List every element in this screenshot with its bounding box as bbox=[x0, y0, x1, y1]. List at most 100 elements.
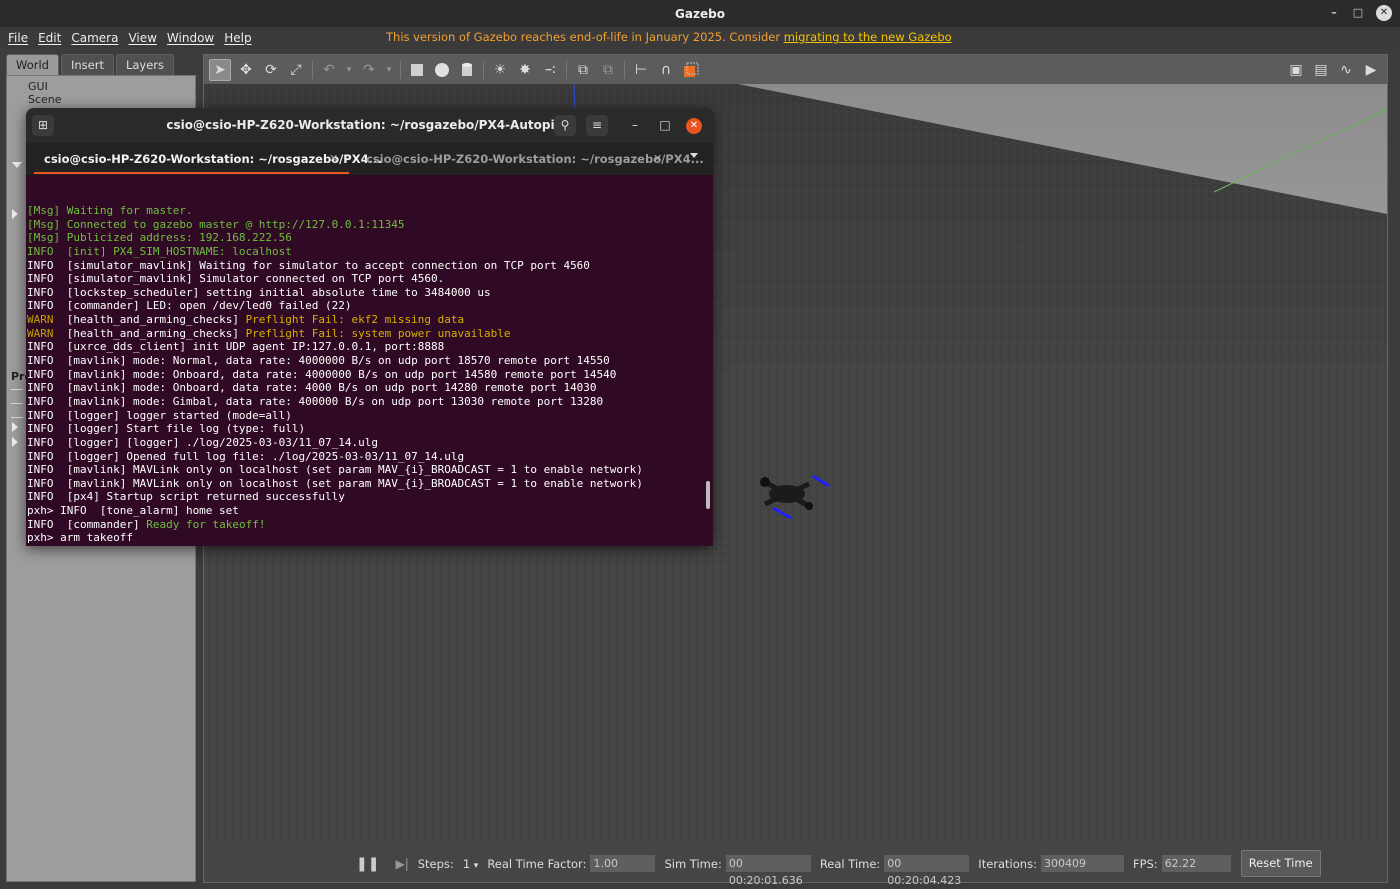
sim-time-field: 00 00:20:01.636 bbox=[725, 855, 811, 887]
expand-down-icon[interactable] bbox=[12, 162, 22, 168]
redo-dropdown-icon[interactable]: ▾ bbox=[384, 60, 394, 80]
fps-label: FPS: bbox=[1132, 856, 1158, 871]
menu-edit[interactable]: Edit bbox=[38, 31, 61, 45]
property-row bbox=[11, 392, 23, 404]
chevron-down-icon: ▾ bbox=[473, 860, 479, 871]
copy-icon[interactable]: ⧉ bbox=[573, 60, 593, 80]
toolbar-separator bbox=[566, 60, 567, 79]
box-icon[interactable] bbox=[407, 60, 427, 80]
log-text: [mavlink] MAVLink only on localhost (set… bbox=[66, 476, 643, 490]
menu-help[interactable]: Help bbox=[224, 31, 251, 45]
terminal-scrollbar[interactable] bbox=[706, 481, 710, 509]
translate-icon[interactable]: ✥ bbox=[236, 60, 256, 80]
rotate-icon[interactable]: ⟳ bbox=[261, 60, 281, 80]
step-icon[interactable]: ▶| bbox=[395, 857, 408, 871]
log-text: [simulator_mavlink] Simulator connected … bbox=[66, 272, 445, 286]
point-light-icon[interactable]: ☀ bbox=[490, 60, 510, 80]
scale-icon[interactable]: ⤢ bbox=[286, 60, 306, 80]
log-text: [mavlink] mode: Gimbal, data rate: 40000… bbox=[66, 394, 604, 408]
migration-link[interactable]: migrating to the new Gazebo bbox=[784, 30, 952, 44]
log-level: INFO bbox=[27, 258, 67, 272]
minimize-icon[interactable]: – bbox=[1326, 5, 1342, 21]
pause-icon[interactable]: ❚❚ bbox=[356, 856, 379, 872]
tree-item-gui[interactable]: GUI bbox=[28, 80, 48, 93]
maximize-icon[interactable]: □ bbox=[654, 115, 676, 136]
terminal-line: INFO [commander] LED: open /dev/led0 fai… bbox=[27, 299, 707, 313]
menu-window[interactable]: Window bbox=[167, 31, 214, 45]
steps-value-text: 1 bbox=[462, 856, 471, 871]
minimize-icon[interactable]: – bbox=[624, 115, 646, 136]
hamburger-menu-icon[interactable]: ≡ bbox=[586, 115, 608, 136]
log-level: INFO bbox=[27, 340, 67, 354]
tab-layers[interactable]: Layers bbox=[115, 54, 175, 75]
menu-view[interactable]: View bbox=[128, 31, 156, 45]
real-time-field: 00 00:20:04.423 bbox=[884, 855, 970, 887]
undo-dropdown-icon[interactable]: ▾ bbox=[344, 60, 354, 80]
sphere-icon[interactable] bbox=[432, 60, 452, 80]
toolbar-separator bbox=[624, 60, 625, 79]
terminal-output[interactable]: [Msg] Waiting for master. [Msg] Connected… bbox=[27, 204, 707, 545]
log-text: [commander] bbox=[66, 517, 147, 531]
screenshot-icon[interactable]: ▣ bbox=[1286, 60, 1306, 80]
terminal-line: INFO [mavlink] mode: Normal, data rate: … bbox=[27, 354, 707, 368]
expand-right-icon[interactable] bbox=[12, 422, 18, 432]
log-text: [logger] logger started (mode=all) bbox=[66, 408, 292, 422]
tree-item-scene[interactable]: Scene bbox=[28, 93, 62, 106]
steps-value[interactable]: 1 ▾ bbox=[463, 857, 479, 871]
maximize-icon[interactable]: □ bbox=[1350, 5, 1366, 21]
terminal-window[interactable]: csio@csio-HP-Z620-Workstation: ~/rosgaze… bbox=[26, 108, 713, 546]
eol-notice-text: This version of Gazebo reaches end-of-li… bbox=[386, 30, 784, 44]
tab-insert[interactable]: Insert bbox=[60, 54, 114, 75]
log-text: pxh> INFO [tone_alarm] home set bbox=[27, 504, 239, 518]
log-icon[interactable]: ▤ bbox=[1311, 60, 1331, 80]
undo-icon[interactable]: ↶ bbox=[319, 60, 339, 80]
select-arrow-icon[interactable]: ➤ bbox=[209, 58, 231, 81]
cylinder-icon[interactable] bbox=[457, 60, 477, 80]
toolbar-right: ▣ ▤ ∿ ▶ bbox=[1281, 60, 1381, 80]
menu-file[interactable]: File bbox=[8, 31, 28, 45]
search-icon[interactable]: ⚲ bbox=[554, 115, 576, 136]
terminal-line: INFO [lockstep_scheduler] setting initia… bbox=[27, 286, 707, 300]
log-text: [mavlink] mode: Onboard, data rate: 4000… bbox=[66, 367, 617, 381]
log-text: [mavlink] mode: Onboard, data rate: 4000… bbox=[66, 381, 597, 395]
video-icon[interactable]: ▶ bbox=[1361, 60, 1381, 80]
real-time-label: Real Time: bbox=[819, 856, 881, 871]
tab-world[interactable]: World bbox=[6, 54, 59, 75]
toolbar-separator bbox=[400, 60, 401, 79]
steps-label: Steps: bbox=[417, 856, 454, 871]
new-tab-icon[interactable]: ⊞ bbox=[32, 115, 54, 136]
rtf-label: Real Time Factor: bbox=[487, 856, 587, 871]
expand-right-icon[interactable] bbox=[12, 209, 18, 219]
log-level: INFO bbox=[27, 285, 67, 299]
redo-icon[interactable]: ↷ bbox=[359, 60, 379, 80]
log-level: INFO bbox=[27, 435, 67, 449]
log-level: INFO bbox=[27, 476, 67, 490]
tabs-dropdown-icon[interactable] bbox=[690, 153, 698, 158]
log-highlight: Ready for takeoff! bbox=[146, 517, 266, 531]
terminal-line: INFO [px4] Startup script returned succe… bbox=[27, 490, 707, 504]
menu-camera[interactable]: Camera bbox=[71, 31, 118, 45]
spot-light-icon[interactable]: ✸ bbox=[515, 60, 535, 80]
menu-bar: File Edit Camera View Window Help This v… bbox=[0, 27, 1400, 48]
directional-light-icon[interactable]: ∹ bbox=[540, 60, 560, 80]
view-angle-icon[interactable] bbox=[681, 60, 701, 80]
tab-close-icon[interactable]: ✕ bbox=[329, 152, 338, 165]
snap-icon[interactable]: ∩ bbox=[656, 60, 676, 80]
log-level: INFO bbox=[27, 299, 67, 313]
log-level: INFO bbox=[27, 422, 67, 436]
tab-close-icon[interactable]: ✕ bbox=[653, 152, 662, 165]
iterations-field: 300409 bbox=[1040, 855, 1124, 872]
terminal-titlebar: csio@csio-HP-Z620-Workstation: ~/rosgaze… bbox=[26, 108, 713, 143]
log-text: pxh> arm takeoff bbox=[27, 531, 133, 545]
reset-time-button[interactable]: Reset Time bbox=[1240, 850, 1321, 877]
expand-right-icon[interactable] bbox=[12, 437, 18, 447]
log-level: INFO bbox=[27, 517, 67, 531]
terminal-line: INFO [mavlink] mode: Onboard, data rate:… bbox=[27, 381, 707, 395]
align-icon[interactable]: ⊢ bbox=[631, 60, 651, 80]
log-text: [uxrce_dds_client] init UDP agent IP:127… bbox=[66, 340, 445, 354]
close-icon[interactable]: ✕ bbox=[1376, 5, 1392, 21]
plot-icon[interactable]: ∿ bbox=[1336, 60, 1356, 80]
paste-icon[interactable]: ⧉ bbox=[598, 60, 618, 80]
close-icon[interactable]: ✕ bbox=[686, 118, 702, 134]
terminal-tab-2[interactable]: csio@csio-HP-Z620-Workstation: ~/rosgaze… bbox=[356, 143, 704, 175]
